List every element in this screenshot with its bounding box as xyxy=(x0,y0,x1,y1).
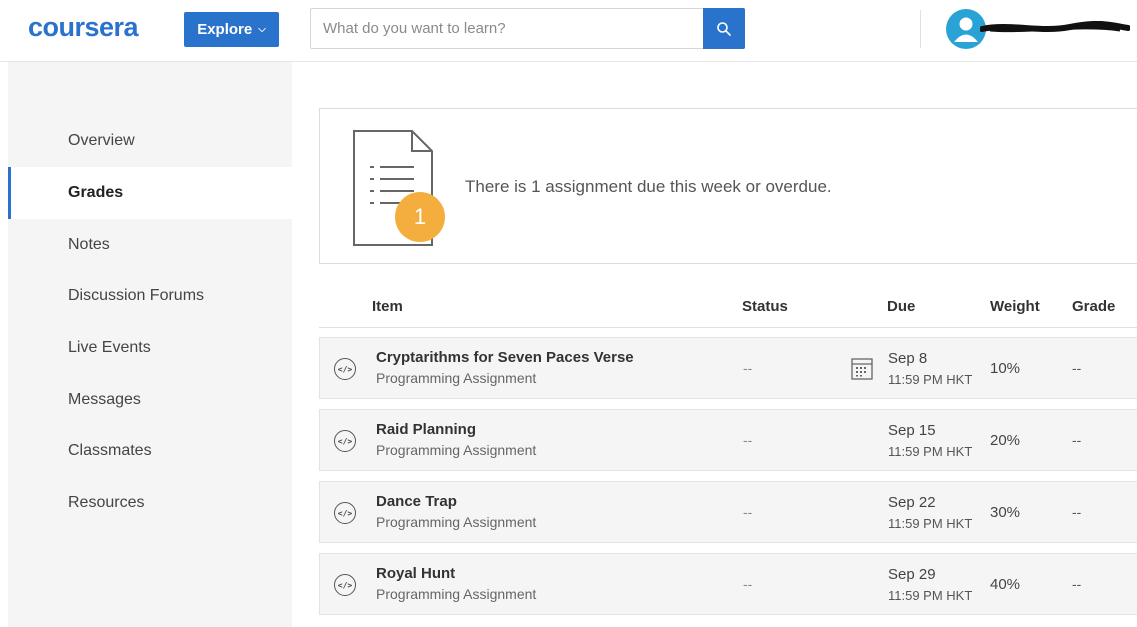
assignment-grade: -- xyxy=(1072,504,1082,520)
assignment-status: -- xyxy=(743,360,753,376)
redacted-user-name[interactable] xyxy=(980,21,1130,35)
search-button[interactable] xyxy=(703,8,745,49)
table-row[interactable]: </> Dance Trap Programming Assignment --… xyxy=(319,481,1137,543)
sidebar-item-label: Live Events xyxy=(68,339,151,356)
assignment-type: Programming Assignment xyxy=(376,586,537,602)
assignment-grade: -- xyxy=(1072,576,1082,592)
column-header-due: Due xyxy=(887,298,916,315)
sidebar-item-notes[interactable]: Notes xyxy=(8,219,292,271)
due-time: 11:59 PM HKT xyxy=(888,444,973,459)
assignment-weight: 40% xyxy=(990,576,1021,593)
sidebar-item-resources[interactable]: Resources xyxy=(8,477,292,529)
due-time: 11:59 PM HKT xyxy=(888,588,973,603)
sidebar-item-live-events[interactable]: Live Events xyxy=(8,322,292,374)
sidebar-item-grades[interactable]: Grades xyxy=(8,167,292,219)
due-date: Sep 8 xyxy=(888,350,928,367)
sidebar-item-label: Resources xyxy=(68,494,145,511)
top-header: coursera Explore ⌵ xyxy=(0,0,1137,62)
header-divider xyxy=(920,10,921,48)
sidebar-item-label: Classmates xyxy=(68,442,152,459)
assignment-summary-card: 1 There is 1 assignment due this week or… xyxy=(319,108,1137,264)
explore-label: Explore xyxy=(197,21,253,38)
assignment-title[interactable]: Cryptarithms for Seven Paces Verse xyxy=(376,349,634,366)
column-header-grade: Grade xyxy=(1072,298,1116,315)
assignment-type: Programming Assignment xyxy=(376,370,537,386)
due-date: Sep 15 xyxy=(888,422,936,439)
assignment-status: -- xyxy=(743,432,753,448)
explore-button[interactable]: Explore ⌵ xyxy=(184,12,279,47)
due-date: Sep 22 xyxy=(888,494,936,511)
column-header-weight: Weight xyxy=(990,298,1040,315)
active-indicator xyxy=(8,167,11,219)
sidebar-item-label: Discussion Forums xyxy=(68,287,205,304)
sidebar-item-messages[interactable]: Messages xyxy=(8,374,292,426)
sidebar-item-label: Messages xyxy=(68,391,141,408)
search-input[interactable] xyxy=(311,9,704,48)
sidebar-item-label: Overview xyxy=(68,132,135,149)
sidebar-item-discussion-forums[interactable]: Discussion Forums xyxy=(8,270,292,322)
chevron-down-icon: ⌵ xyxy=(258,24,266,35)
assignment-title[interactable]: Royal Hunt xyxy=(376,565,455,582)
sidebar-item-label: Notes xyxy=(68,236,110,253)
search-icon xyxy=(717,21,731,36)
assignment-type: Programming Assignment xyxy=(376,442,537,458)
assignment-title[interactable]: Dance Trap xyxy=(376,493,457,510)
table-row[interactable]: </> Royal Hunt Programming Assignment --… xyxy=(319,553,1137,615)
table-row[interactable]: </> Cryptarithms for Seven Paces Verse P… xyxy=(319,337,1137,399)
due-date: Sep 29 xyxy=(888,566,936,583)
sidebar-item-classmates[interactable]: Classmates xyxy=(8,425,292,477)
sidebar-item-overview[interactable]: Overview xyxy=(8,115,292,167)
assignment-title[interactable]: Raid Planning xyxy=(376,421,476,438)
due-time: 11:59 PM HKT xyxy=(888,372,973,387)
search-bar xyxy=(310,8,745,49)
table-header-divider xyxy=(319,327,1137,328)
code-icon: </> xyxy=(334,574,356,596)
due-count-badge: 1 xyxy=(395,192,445,242)
course-sidebar: Overview Grades Notes Discussion Forums … xyxy=(8,62,292,627)
column-header-status: Status xyxy=(742,298,788,315)
code-icon: </> xyxy=(334,358,356,380)
code-icon: </> xyxy=(334,502,356,524)
assignment-weight: 20% xyxy=(990,432,1021,449)
due-time: 11:59 PM HKT xyxy=(888,516,973,531)
code-icon: </> xyxy=(334,430,356,452)
assignment-status: -- xyxy=(743,576,753,592)
assignment-grade: -- xyxy=(1072,432,1082,448)
calendar-icon xyxy=(851,358,873,380)
assignment-weight: 30% xyxy=(990,504,1021,521)
assignment-weight: 10% xyxy=(990,360,1021,377)
assignment-type: Programming Assignment xyxy=(376,514,537,530)
due-summary-text: There is 1 assignment due this week or o… xyxy=(465,177,832,196)
column-header-item: Item xyxy=(372,298,403,315)
coursera-logo[interactable]: coursera xyxy=(28,12,139,43)
table-row[interactable]: </> Raid Planning Programming Assignment… xyxy=(319,409,1137,471)
sidebar-item-label: Grades xyxy=(68,184,124,201)
assignment-grade: -- xyxy=(1072,360,1082,376)
assignment-status: -- xyxy=(743,504,753,520)
